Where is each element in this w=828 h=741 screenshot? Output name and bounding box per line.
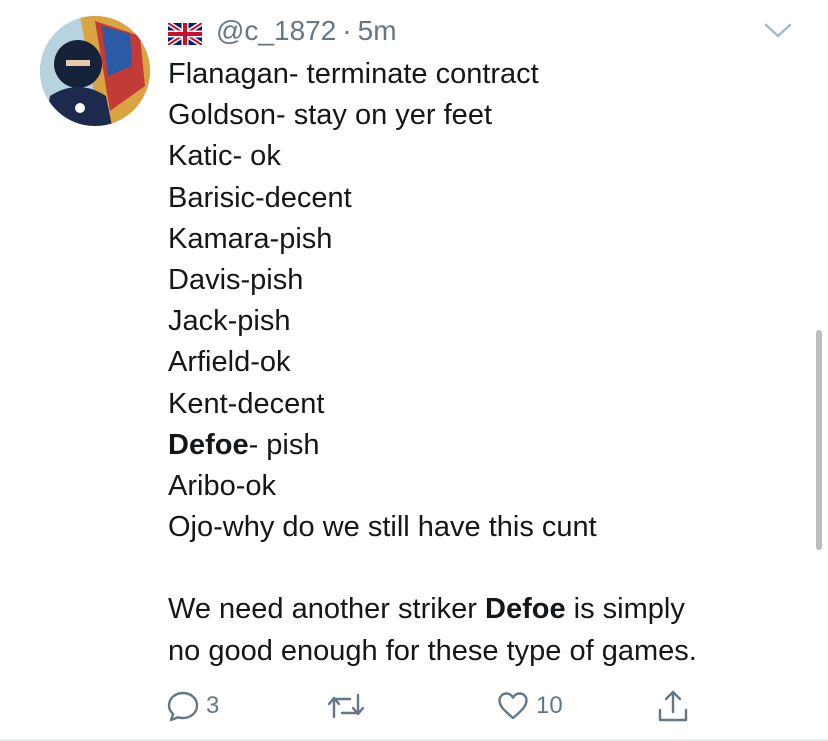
tweet-line: Ojo-why do we still have this cunt xyxy=(168,511,597,544)
chevron-down-icon[interactable] xyxy=(764,22,792,40)
user-handle[interactable]: @c_1872 xyxy=(216,15,336,47)
tweet-line: Barisic-decent xyxy=(168,181,352,214)
tweet-header: @c_1872 · 5m xyxy=(166,14,397,48)
separator-dot: · xyxy=(342,15,352,46)
tweet-line: Davis-pish xyxy=(168,263,304,296)
share-button[interactable] xyxy=(656,686,690,726)
bold-name: Defoe xyxy=(168,428,249,461)
retweet-button[interactable] xyxy=(326,686,366,726)
tweet-line: Jack-pish xyxy=(168,305,291,338)
bold-name: Defoe xyxy=(485,593,566,626)
like-count: 10 xyxy=(536,692,563,719)
scrollbar[interactable] xyxy=(816,330,822,550)
timestamp[interactable]: 5m xyxy=(358,15,397,47)
avatar-image xyxy=(40,16,150,126)
tweet-line: no good enough for these type of games. xyxy=(168,634,697,667)
retweet-icon xyxy=(327,693,365,719)
share-icon xyxy=(658,690,688,722)
tweet-line: Aribo-ok xyxy=(168,469,276,502)
reply-count: 3 xyxy=(206,692,220,719)
tweet-line: Katic- ok xyxy=(168,140,281,173)
tweet-line: Defoe- pish xyxy=(168,428,320,461)
avatar[interactable] xyxy=(40,16,150,126)
heart-icon xyxy=(498,692,528,720)
tweet-line: Goldson- stay on yer feet xyxy=(168,99,492,132)
reply-icon xyxy=(167,691,199,722)
tweet-line: Kamara-pish xyxy=(168,222,333,255)
like-button[interactable]: 10 xyxy=(496,686,563,726)
reply-button[interactable]: 3 xyxy=(166,686,219,726)
tweet-line: Arfield-ok xyxy=(168,346,291,379)
tweet-line: Flanagan- terminate contract xyxy=(168,58,539,90)
tweet-line: We need another striker Defoe is simply xyxy=(168,593,685,626)
uk-flag-icon xyxy=(166,20,204,48)
tweet-text: Flanagan- terminate contract Goldson- st… xyxy=(168,54,808,672)
tweet-line: Kent-decent xyxy=(168,387,325,420)
tweet-actions: 3 10 xyxy=(166,686,706,726)
